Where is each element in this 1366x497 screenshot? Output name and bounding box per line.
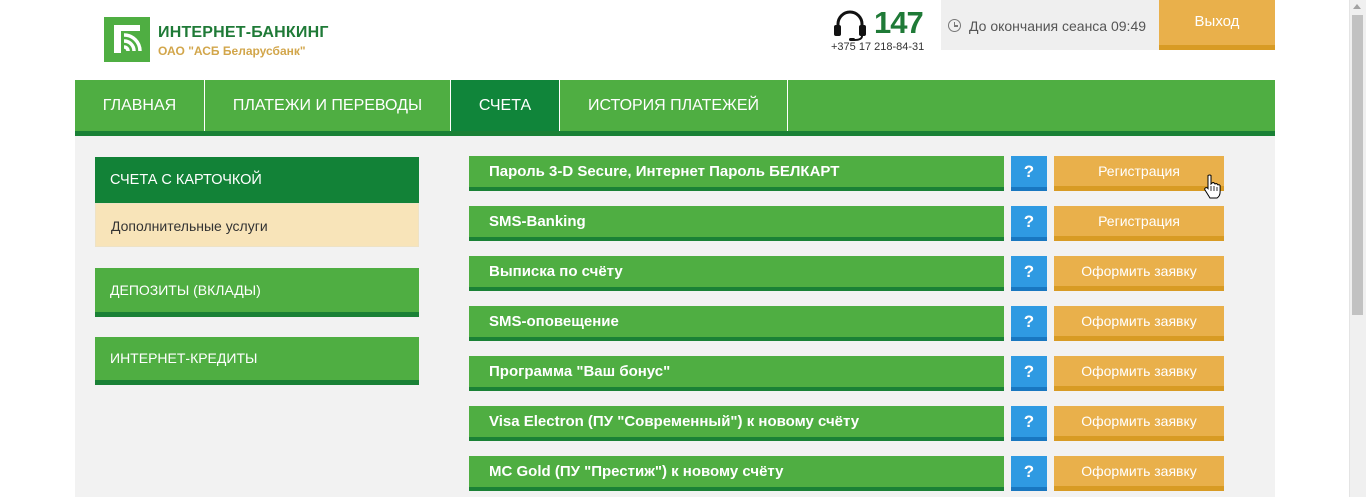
register-button[interactable]: Регистрация — [1054, 206, 1224, 241]
help-button[interactable]: ? — [1011, 206, 1047, 241]
logout-button[interactable]: Выход — [1159, 0, 1275, 50]
clock-icon — [948, 19, 961, 32]
help-button[interactable]: ? — [1011, 356, 1047, 391]
help-button[interactable]: ? — [1011, 456, 1047, 491]
sidebar-subitem-additional-services[interactable]: Дополнительные услуги — [95, 203, 419, 247]
service-row-label[interactable]: Visa Electron (ПУ "Современный") к новом… — [469, 406, 1004, 441]
service-row-label[interactable]: Пароль 3-D Secure, Интернет Пароль БЕЛКА… — [469, 156, 1004, 191]
scroll-up-arrow-icon[interactable] — [1353, 4, 1361, 9]
service-row-label[interactable]: SMS-Banking — [469, 206, 1004, 241]
service-row-label[interactable]: Выписка по счёту — [469, 256, 1004, 291]
scrollbar-thumb[interactable] — [1352, 15, 1363, 315]
apply-button[interactable]: Оформить заявку — [1054, 406, 1224, 441]
help-button[interactable]: ? — [1011, 306, 1047, 341]
help-button[interactable]: ? — [1011, 156, 1047, 191]
service-row-label[interactable]: MC Gold (ПУ "Престиж") к новому счёту — [469, 456, 1004, 491]
sidebar-item-internet-credits[interactable]: ИНТЕРНЕТ-КРЕДИТЫ — [95, 337, 419, 385]
nav-tab-home[interactable]: ГЛАВНАЯ — [75, 80, 205, 131]
hand-cursor-icon — [1203, 174, 1221, 200]
hotline-phone: +375 17 218-84-31 — [831, 41, 925, 53]
hotline-number: 147 — [874, 5, 924, 40]
headset-icon — [832, 8, 868, 42]
session-timer-text: До окончания сеанса 09:49 — [969, 18, 1147, 34]
help-button[interactable]: ? — [1011, 256, 1047, 291]
nav-tab-accounts[interactable]: СЧЕТА — [451, 80, 560, 131]
bank-logo-icon[interactable] — [104, 17, 150, 62]
apply-button[interactable]: Оформить заявку — [1054, 256, 1224, 291]
register-button[interactable]: Регистрация — [1054, 156, 1224, 191]
apply-button[interactable]: Оформить заявку — [1054, 356, 1224, 391]
apply-button[interactable]: Оформить заявку — [1054, 456, 1224, 491]
sidebar-item-accounts-with-card[interactable]: СЧЕТА С КАРТОЧКОЙ — [95, 157, 419, 203]
service-row-label[interactable]: Программа "Ваш бонус" — [469, 356, 1004, 391]
apply-button[interactable]: Оформить заявку — [1054, 306, 1224, 341]
brand-subtitle: ОАО "АСБ Беларусбанк" — [158, 44, 306, 58]
service-row-label[interactable]: SMS-оповещение — [469, 306, 1004, 341]
sidebar-item-deposits[interactable]: ДЕПОЗИТЫ (ВКЛАДЫ) — [95, 268, 419, 317]
help-button[interactable]: ? — [1011, 406, 1047, 441]
brand-title: ИНТЕРНЕТ-БАНКИНГ — [158, 24, 329, 41]
nav-tab-payments[interactable]: ПЛАТЕЖИ И ПЕРЕВОДЫ — [205, 80, 451, 131]
nav-tab-payment-history[interactable]: ИСТОРИЯ ПЛАТЕЖЕЙ — [560, 80, 788, 131]
internet-banking-page: ИНТЕРНЕТ-БАНКИНГ ОАО "АСБ Беларусбанк" 1… — [0, 0, 1366, 497]
